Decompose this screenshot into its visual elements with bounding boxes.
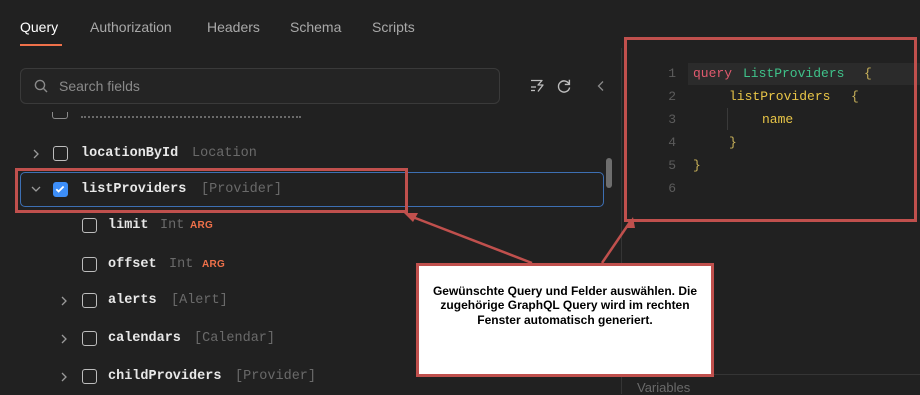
field-name: locationById (81, 146, 179, 161)
field-type: [Alert] (171, 293, 228, 308)
collapse-panel-icon[interactable] (596, 78, 606, 94)
field-name: alerts (108, 293, 157, 308)
clipped-list-item-text (81, 116, 301, 121)
field-type: [Calendar] (194, 331, 276, 346)
arg-badge: ARG (202, 259, 226, 270)
field-checkbox[interactable] (82, 293, 97, 308)
annotation-callout: Gewünschte Query und Felder auswählen. D… (416, 263, 714, 377)
arg-checkbox[interactable] (82, 218, 97, 233)
annotation-highlight-query (15, 168, 408, 213)
variables-tab[interactable]: Variables (637, 380, 690, 395)
field-name: childProviders (108, 369, 222, 384)
clipped-list-item (52, 112, 68, 119)
field-row-limit[interactable]: limit Int ARG (0, 209, 610, 243)
field-checkbox[interactable] (53, 146, 68, 161)
chevron-right-icon[interactable] (59, 371, 69, 383)
search-fields-input[interactable] (59, 69, 489, 103)
chevron-right-icon[interactable] (59, 295, 69, 307)
arg-checkbox[interactable] (82, 257, 97, 272)
field-type: [Provider] (235, 369, 317, 384)
field-row-locationById[interactable]: locationById Location (0, 137, 610, 171)
chevron-right-icon[interactable] (59, 333, 69, 345)
field-checkbox[interactable] (82, 331, 97, 346)
search-icon (34, 79, 48, 93)
field-name: calendars (108, 331, 181, 346)
field-checkbox[interactable] (82, 369, 97, 384)
arg-name: limit (108, 218, 149, 233)
field-type: Location (192, 146, 257, 161)
tab-query[interactable]: Query (20, 19, 58, 35)
chevron-right-icon[interactable] (31, 148, 41, 160)
tab-schema[interactable]: Schema (290, 19, 341, 35)
arg-type: Int (160, 218, 185, 233)
prettify-icon[interactable] (529, 78, 545, 94)
search-box (20, 68, 500, 104)
arg-badge: ARG (190, 220, 214, 231)
explorer-scrollbar[interactable] (606, 158, 612, 188)
tab-headers[interactable]: Headers (207, 19, 260, 35)
annotation-highlight-editor (624, 37, 917, 222)
tab-scripts[interactable]: Scripts (372, 19, 415, 35)
refresh-icon[interactable] (556, 78, 572, 94)
tab-authorization[interactable]: Authorization (90, 19, 172, 35)
arg-type: Int (169, 257, 194, 272)
active-tab-indicator (20, 44, 62, 46)
arg-name: offset (108, 257, 157, 272)
